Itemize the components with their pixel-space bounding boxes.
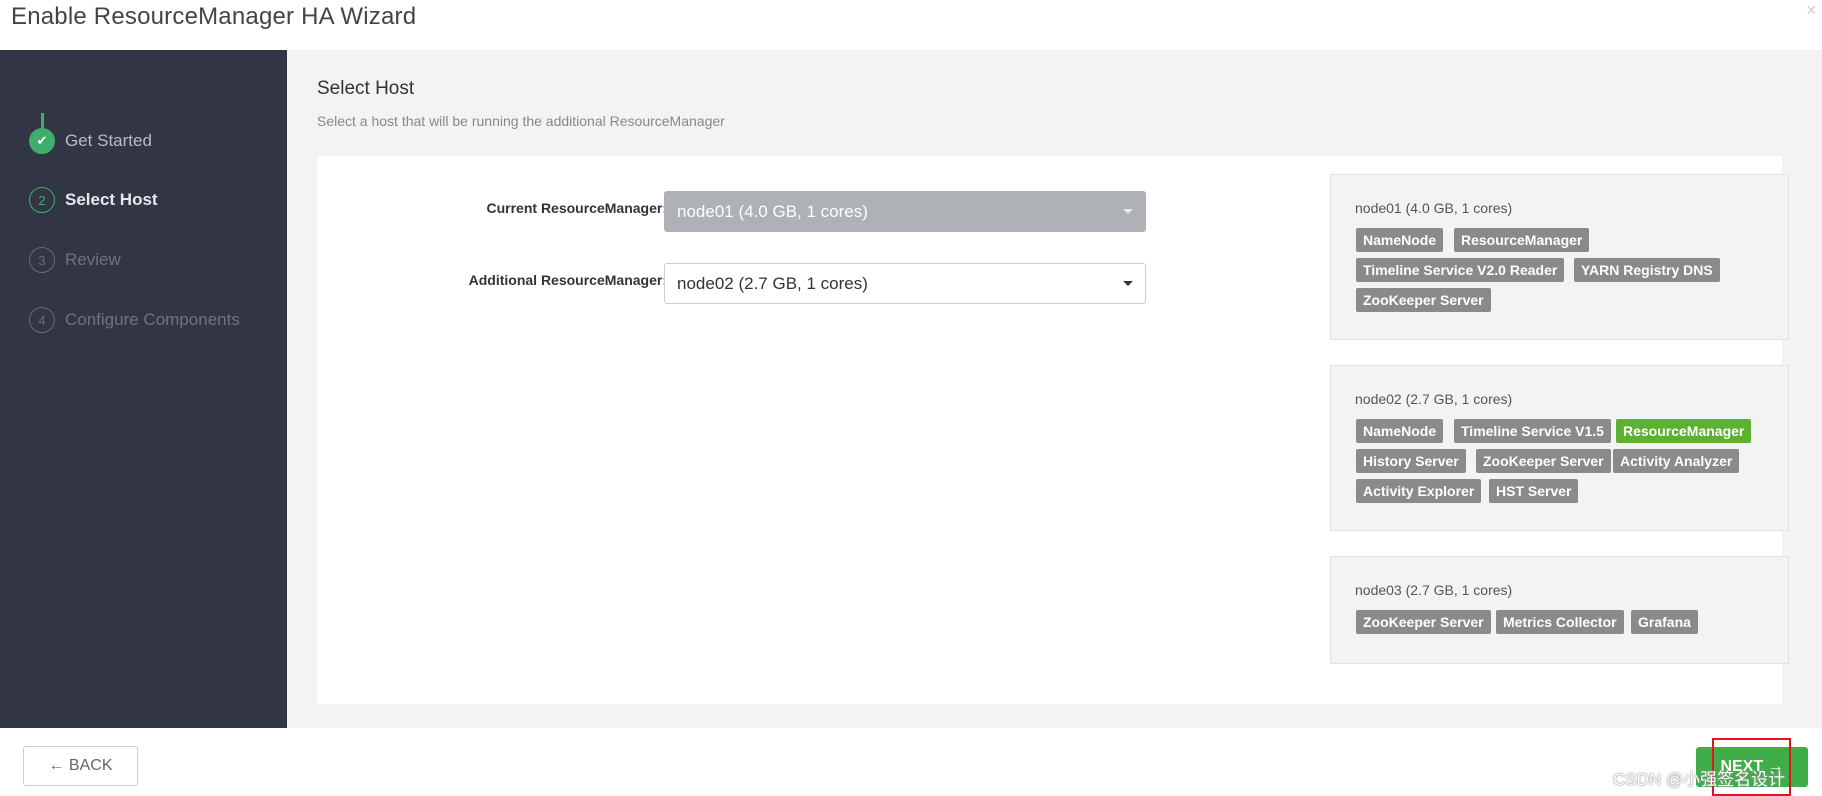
watermark: CSDN @小强签名设计 [1613,770,1786,789]
additional-rm-label: Additional ResourceManager: [468,272,667,288]
host-card-node01: node01 (4.0 GB, 1 cores) NameNode Resour… [1330,174,1789,340]
host-name: node02 (2.7 GB, 1 cores) [1355,391,1513,407]
step-number: 3 [29,247,55,273]
host-card-node02: node02 (2.7 GB, 1 cores) NameNode Timeli… [1330,365,1789,531]
component-badge: Timeline Service V1.5 [1454,419,1611,443]
content-area: Select Host Select a host that will be r… [287,50,1822,728]
current-rm-select: node01 (4.0 GB, 1 cores) [664,191,1146,232]
modal-title: Enable ResourceManager HA Wizard [11,3,417,30]
component-badge: Metrics Collector [1496,610,1624,634]
wizard-footer: ← BACK NEXT → CSDN @小强签名设计 [0,728,1822,796]
host-card-node03: node03 (2.7 GB, 1 cores) ZooKeeper Serve… [1330,556,1789,664]
component-badge-new: ResourceManager [1616,419,1752,443]
current-rm-value: node01 (4.0 GB, 1 cores) [677,201,868,221]
component-badge: ZooKeeper Server [1356,288,1491,312]
step-select-host[interactable]: 2 Select Host [29,187,158,213]
component-badge: ResourceManager [1454,228,1590,252]
component-badge: HST Server [1489,479,1579,503]
select-host-panel: Current ResourceManager: node01 (4.0 GB,… [317,156,1789,704]
step-review: 3 Review [29,247,121,273]
component-badge: Activity Explorer [1356,479,1482,503]
step-label: Configure Components [65,310,240,329]
page-subtitle: Select a host that will be running the a… [317,113,725,129]
component-badge: Activity Analyzer [1613,449,1740,473]
additional-rm-select[interactable]: node02 (2.7 GB, 1 cores) [664,263,1146,304]
component-badge: Grafana [1631,610,1698,634]
step-label: Select Host [65,190,158,209]
chevron-down-icon [1123,281,1133,286]
modal-header: Enable ResourceManager HA Wizard × [0,0,1822,50]
back-button[interactable]: ← BACK [23,746,138,786]
component-badge: History Server [1356,449,1466,473]
component-badge: NameNode [1356,419,1444,443]
page-title: Select Host [317,78,415,99]
wizard-sidebar: ✔ Get Started 2 Select Host 3 Review 4 C… [0,50,287,728]
additional-rm-value: node02 (2.7 GB, 1 cores) [677,273,868,293]
check-icon: ✔ [29,128,55,154]
step-label: Review [65,250,121,269]
step-number: 4 [29,307,55,333]
wizard-modal: Enable ResourceManager HA Wizard × ✔ Get… [0,0,1822,796]
component-badge: NameNode [1356,228,1444,252]
step-label: Get Started [65,131,152,150]
component-badge: Timeline Service V2.0 Reader [1356,258,1565,282]
host-name: node03 (2.7 GB, 1 cores) [1355,582,1513,598]
step-number: 2 [29,187,55,213]
host-name: node01 (4.0 GB, 1 cores) [1355,200,1513,216]
step-get-started[interactable]: ✔ Get Started [29,128,152,154]
current-rm-label: Current ResourceManager: [486,200,668,216]
component-badge: YARN Registry DNS [1574,258,1720,282]
component-badge: ZooKeeper Server [1476,449,1611,473]
component-badge: ZooKeeper Server [1356,610,1491,634]
close-icon[interactable]: × [1806,0,1822,20]
step-configure-components: 4 Configure Components [29,307,240,333]
chevron-down-icon [1123,209,1133,214]
